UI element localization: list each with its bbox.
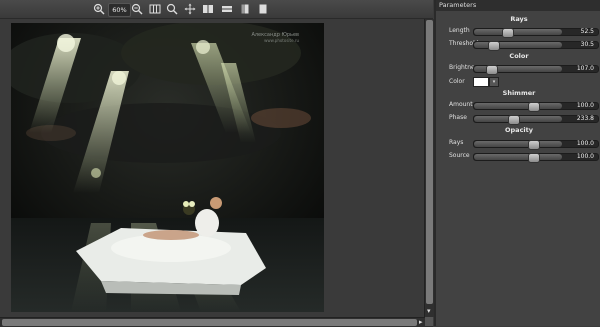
canvas-area[interactable]: Александр Юрьев www.photosite.ru bbox=[0, 19, 423, 317]
phase-slider[interactable]: 233.8 bbox=[473, 115, 599, 125]
panel-header: Parameters bbox=[436, 0, 600, 11]
horizontal-scroll-thumb[interactable] bbox=[2, 319, 417, 326]
amount-slider-knob[interactable] bbox=[527, 102, 540, 112]
length-slider[interactable]: 52.5 bbox=[473, 28, 599, 38]
panel-right-icon[interactable] bbox=[257, 3, 269, 15]
source-opacity-slider[interactable]: 100.0 bbox=[473, 153, 599, 163]
zoom-level[interactable]: 60% bbox=[108, 3, 131, 17]
threshold-slider-knob[interactable] bbox=[488, 41, 501, 51]
color-label: Color bbox=[449, 78, 465, 85]
phase-label: Phase bbox=[449, 114, 467, 121]
scroll-down-icon[interactable]: ▾ bbox=[427, 307, 431, 316]
phase-value[interactable]: 233.8 bbox=[577, 115, 594, 123]
rays-opacity-slider[interactable]: 100.0 bbox=[473, 140, 599, 150]
magnify-icon[interactable] bbox=[166, 3, 178, 15]
length-row: Length 52.5 bbox=[436, 25, 600, 38]
zoom-out-icon[interactable] bbox=[131, 3, 143, 15]
amount-label: Amount bbox=[449, 101, 473, 108]
rays-opacity-row: Rays 100.0 bbox=[436, 137, 600, 150]
preview-image[interactable]: Александр Юрьев www.photosite.ru bbox=[11, 23, 324, 312]
split-icon[interactable] bbox=[202, 3, 214, 15]
pan-icon[interactable] bbox=[184, 3, 196, 15]
toolbar: 60% bbox=[0, 0, 433, 19]
brightness-row: Brightness 107.0 bbox=[436, 62, 600, 75]
section-title-shimmer: Shimmer bbox=[502, 89, 536, 97]
watermark-line2: www.photosite.ru bbox=[264, 38, 299, 43]
scroll-corner bbox=[425, 317, 433, 326]
length-label: Length bbox=[449, 27, 470, 34]
threshold-row: Threshold 30.5 bbox=[436, 38, 600, 51]
color-swatch[interactable] bbox=[473, 77, 489, 87]
source-opacity-slider-knob[interactable] bbox=[527, 153, 540, 163]
source-opacity-label: Source bbox=[449, 152, 470, 159]
brightness-slider-knob[interactable] bbox=[486, 65, 499, 75]
threshold-slider[interactable]: 30.5 bbox=[473, 41, 599, 51]
section-title-opacity: Opacity bbox=[505, 126, 533, 134]
chevron-down-icon[interactable]: ▾ bbox=[489, 77, 499, 87]
source-opacity-value[interactable]: 100.0 bbox=[577, 153, 594, 161]
vertical-scroll-thumb[interactable] bbox=[426, 20, 433, 304]
vertical-scrollbar[interactable]: ▾ bbox=[424, 19, 434, 317]
brightness-value[interactable]: 107.0 bbox=[577, 65, 594, 73]
amount-slider[interactable]: 100.0 bbox=[473, 102, 599, 112]
rays-opacity-label: Rays bbox=[449, 139, 464, 146]
rays-opacity-value[interactable]: 100.0 bbox=[577, 140, 594, 148]
zoom-in-icon[interactable] bbox=[93, 3, 105, 15]
amount-row: Amount 100.0 bbox=[436, 99, 600, 112]
preview-photo: Александр Юрьев www.photosite.ru bbox=[11, 23, 324, 312]
amount-value[interactable]: 100.0 bbox=[577, 102, 594, 110]
fit-icon[interactable] bbox=[149, 3, 161, 15]
section-title-rays: Rays bbox=[510, 15, 528, 23]
length-slider-knob[interactable] bbox=[502, 28, 515, 38]
source-opacity-row: Source 100.0 bbox=[436, 150, 600, 163]
phase-slider-knob[interactable] bbox=[508, 115, 521, 125]
before-after-icon[interactable] bbox=[221, 3, 233, 15]
threshold-value[interactable]: 30.5 bbox=[581, 41, 594, 49]
color-row: Color ▾ bbox=[436, 76, 600, 87]
rays-opacity-slider-knob[interactable] bbox=[527, 140, 540, 150]
length-value[interactable]: 52.5 bbox=[581, 28, 594, 36]
panel-left-icon[interactable] bbox=[239, 3, 251, 15]
parameters-panel: Parameters Rays Length 52.5 Threshold 30… bbox=[434, 0, 600, 326]
brightness-slider[interactable]: 107.0 bbox=[473, 65, 599, 75]
phase-row: Phase 233.8 bbox=[436, 112, 600, 125]
section-title-color: Color bbox=[509, 52, 529, 60]
